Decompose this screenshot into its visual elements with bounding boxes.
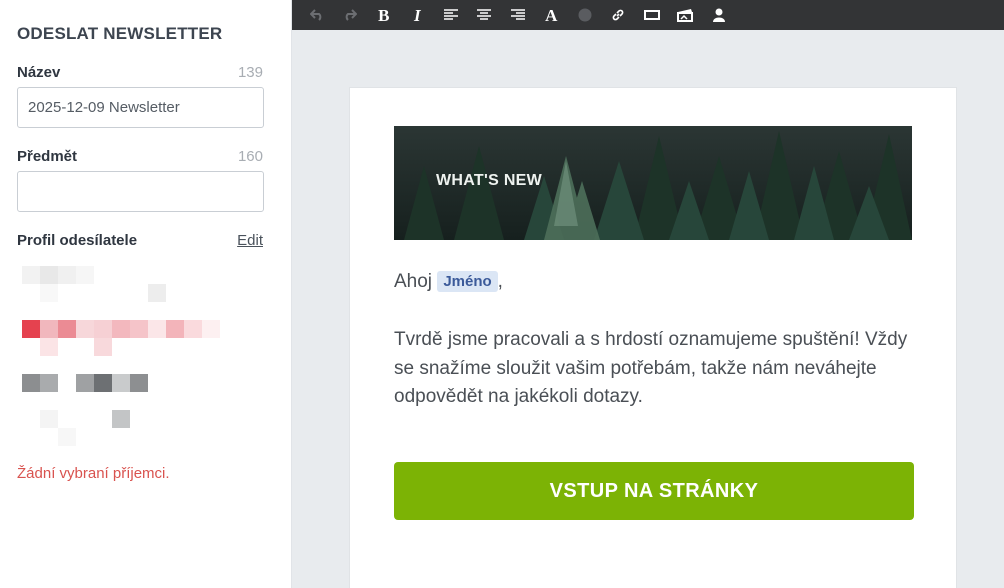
email-body-text[interactable]: Tvrdě jsme pracovali a s hrdostí oznamuj… (394, 326, 914, 412)
email-canvas: WHAT'S NEW Ahoj Jméno, Tvrdě jsme pracov… (349, 87, 957, 588)
italic-icon[interactable]: I (401, 0, 435, 30)
color-icon[interactable] (568, 0, 602, 30)
greeting-prefix: Ahoj (394, 271, 433, 292)
font-icon[interactable]: A (535, 0, 569, 30)
align-right-icon[interactable] (501, 0, 535, 30)
sidebar-title: ODESLAT NEWSLETTER (17, 24, 223, 43)
redo-icon[interactable] (334, 0, 368, 30)
button-icon[interactable] (635, 0, 669, 30)
align-left-icon[interactable] (434, 0, 468, 30)
hero-image[interactable]: WHAT'S NEW (394, 126, 912, 240)
hero-title: WHAT'S NEW (436, 172, 543, 189)
subject-label: Předmět (17, 148, 78, 165)
edit-profile-link[interactable]: Edit (237, 232, 263, 249)
subject-input[interactable] (17, 171, 264, 212)
subject-char-count: 160 (237, 148, 263, 165)
bold-icon[interactable]: B (367, 0, 401, 30)
sender-profile-label: Profil odesílatele (17, 232, 138, 249)
image-icon[interactable] (669, 0, 703, 30)
sidebar: ODESLAT NEWSLETTER Název 139 Předmět 160… (0, 0, 292, 588)
link-icon[interactable] (602, 0, 636, 30)
cta-button[interactable]: VSTUP NA STRÁNKY (394, 462, 914, 520)
name-merge-tag[interactable]: Jméno (437, 271, 498, 292)
sender-profile-redacted (22, 266, 222, 446)
editor-toolbar: B I A (292, 0, 1004, 30)
no-recipients-warning: Žádní vybraní příjemci. (17, 465, 170, 482)
name-label: Název (17, 64, 61, 81)
greeting-suffix: , (497, 271, 503, 292)
align-center-icon[interactable] (468, 0, 502, 30)
name-input[interactable] (17, 87, 264, 128)
merge-tag-icon[interactable] (702, 0, 736, 30)
undo-icon[interactable] (300, 0, 334, 30)
name-char-count: 139 (237, 64, 263, 81)
greeting[interactable]: Ahoj Jméno, (394, 271, 503, 293)
